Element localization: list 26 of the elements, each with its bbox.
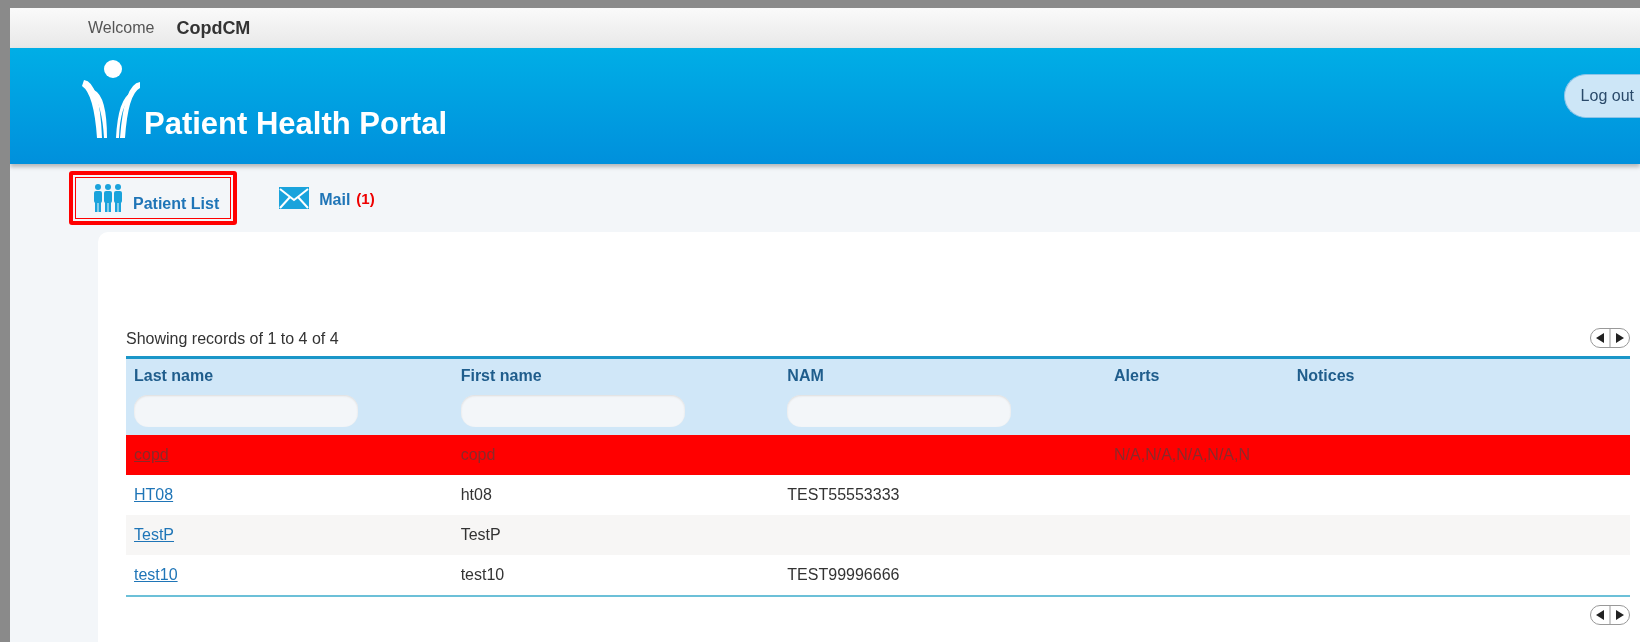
people-icon bbox=[93, 183, 123, 213]
table-cell: TestP bbox=[460, 526, 501, 543]
unread-count: (1) bbox=[356, 189, 375, 207]
table-cell: TEST99996666 bbox=[787, 566, 900, 583]
table-cell: ht08 bbox=[460, 486, 492, 503]
patient-link[interactable]: TestP bbox=[134, 526, 174, 543]
table-cell: N/A,N/A,N/A,N/A,N bbox=[1114, 446, 1251, 463]
filter-field[interactable] bbox=[460, 395, 685, 427]
pager-arrows-icon[interactable] bbox=[1590, 605, 1630, 625]
filter-field[interactable] bbox=[134, 395, 358, 427]
pager-arrows-icon[interactable] bbox=[1590, 328, 1630, 348]
portal-title: Patient Health Portal bbox=[144, 106, 448, 142]
logout-button[interactable]: Log out bbox=[1563, 74, 1640, 118]
welcome-label: Welcome bbox=[88, 19, 155, 37]
table-cell: test10 bbox=[460, 566, 505, 583]
patient-link[interactable]: test10 bbox=[134, 566, 178, 583]
table-cell: TEST55553333 bbox=[787, 486, 900, 503]
filter-field[interactable] bbox=[787, 395, 1012, 427]
nav-tab[interactable]: Mail (1) bbox=[255, 175, 393, 221]
patient-link[interactable]: HT08 bbox=[134, 486, 174, 503]
table-cell: copd bbox=[460, 446, 496, 463]
logo-icon bbox=[80, 60, 142, 138]
user-name: CopdCM bbox=[176, 17, 251, 39]
nav-tab[interactable]: Patient List bbox=[69, 171, 238, 225]
records-summary: Showing records of 1 to 4 of 4 bbox=[126, 330, 339, 348]
envelope-icon bbox=[279, 187, 310, 209]
